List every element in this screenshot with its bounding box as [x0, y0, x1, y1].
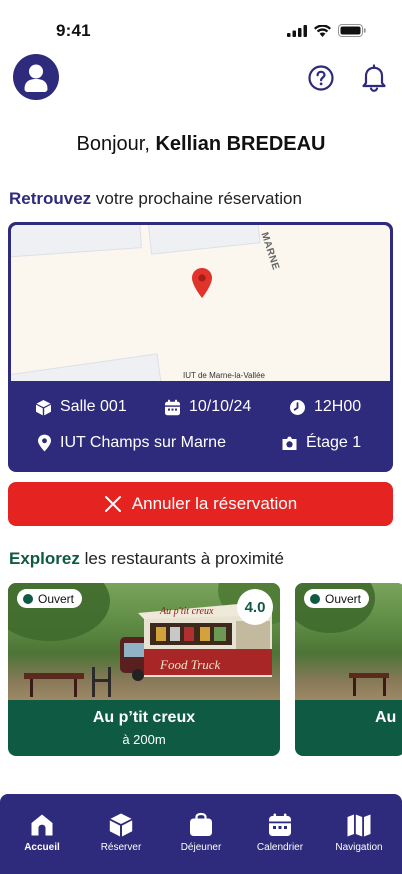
signal-icon: [287, 24, 307, 37]
avatar[interactable]: [13, 54, 59, 100]
open-status-text: Ouvert: [38, 591, 75, 606]
map-icon: [347, 814, 371, 837]
room-info: Salle 001: [35, 398, 127, 416]
header: [0, 54, 402, 102]
reservation-section-title: Retrouvez votre prochaine réservation: [9, 189, 302, 209]
status-icons: [287, 24, 366, 37]
battery-icon: [338, 24, 366, 37]
restaurant-distance: à 200m: [122, 732, 166, 747]
location-text: IUT Champs sur Marne: [60, 434, 226, 451]
nav-label-accueil: Accueil: [24, 842, 60, 853]
restaurant-photo: Ouvert: [295, 583, 402, 700]
notifications-button[interactable]: [360, 63, 388, 93]
wifi-icon: [314, 24, 331, 37]
open-status-badge: Ouvert: [17, 589, 83, 608]
open-status-dot: [310, 593, 320, 604]
cancel-reservation-button[interactable]: Annuler la réservation: [8, 482, 393, 526]
open-status-text: Ouvert: [325, 591, 362, 606]
nav-item-navigation[interactable]: Navigation: [319, 812, 399, 853]
reservation-info-row: IUT Champs sur Marne Étage 1: [8, 434, 393, 456]
nav-label-navigation: Navigation: [335, 842, 383, 853]
home-icon: [31, 814, 53, 836]
nav-label-reserver: Réserver: [100, 842, 142, 853]
restaurant-name: Au p’tit creux: [92, 709, 196, 726]
bottom-nav: Accueil Réserver Déjeuner Calendrier Nav…: [0, 794, 402, 874]
bag-icon: [190, 812, 212, 836]
location-pin-icon: [38, 434, 51, 452]
map-block: [11, 225, 143, 258]
time-info: 12H00: [289, 398, 361, 416]
terrace-furniture-image: [24, 667, 111, 697]
restaurants-section-title: Explorez les restaurants à proximité: [9, 549, 284, 569]
truck-sign-text: Au p'tit creux: [159, 606, 214, 617]
nav-label-calendrier: Calendrier: [256, 842, 304, 853]
open-status-badge: Ouvert: [304, 589, 370, 608]
cube-icon: [109, 813, 133, 837]
reservation-card[interactable]: MARNE IUT de Marne-la-Vallée Salle 001 1…: [8, 222, 393, 472]
date-info: 10/10/24: [164, 398, 251, 416]
nav-item-accueil[interactable]: Accueil: [2, 812, 82, 853]
restaurant-card[interactable]: Ouvert Au: [295, 583, 402, 756]
map-block: [11, 353, 163, 381]
nav-label-dejeuner: Déjeuner: [180, 842, 222, 853]
status-bar: 9:41: [0, 0, 402, 56]
map[interactable]: MARNE IUT de Marne-la-Vallée: [11, 225, 390, 381]
truck-body-text: Food Truck: [159, 657, 221, 672]
help-button[interactable]: [307, 64, 335, 92]
floor-text: Étage 1: [306, 434, 362, 451]
nav-item-reserver[interactable]: Réserver: [81, 812, 161, 853]
map-place-label: IUT de Marne-la-Vallée: [183, 371, 265, 380]
nav-item-dejeuner[interactable]: Déjeuner: [161, 812, 241, 853]
cube-icon: [36, 399, 51, 415]
open-status-dot: [23, 593, 33, 604]
building-icon: [282, 436, 297, 450]
calendar-icon: [269, 813, 291, 836]
greeting: Bonjour, Kellian BREDEAU: [0, 133, 402, 156]
restaurant-photo: Au p'tit creux Food Truck Ouvert 4.0: [8, 583, 280, 700]
restaurants-section-accent: Explorez: [9, 549, 80, 568]
floor-info: Étage 1: [281, 434, 361, 452]
room-text: Salle 001: [60, 398, 127, 415]
restaurant-name: Au: [375, 709, 397, 726]
clock-icon: [290, 399, 305, 415]
greeting-prefix: Bonjour,: [76, 133, 156, 155]
calendar-icon: [165, 399, 180, 415]
time-text: 12H00: [314, 398, 362, 415]
date-text: 10/10/24: [189, 398, 252, 415]
reservation-section-accent: Retrouvez: [9, 189, 92, 208]
terrace-furniture-image: [349, 673, 389, 696]
help-icon: [308, 65, 334, 91]
user-icon: [24, 64, 48, 92]
reservation-info-row: Salle 001 10/10/24 12H00: [8, 398, 393, 420]
location-info: IUT Champs sur Marne: [37, 434, 226, 452]
close-icon: [104, 496, 121, 512]
reservation-section-rest: votre prochaine réservation: [91, 189, 302, 208]
map-pin-icon: [192, 268, 212, 298]
rating-badge: 4.0: [237, 589, 273, 625]
user-name: Kellian BREDEAU: [155, 133, 326, 155]
restaurants-section-rest: les restaurants à proximité: [79, 549, 284, 568]
restaurant-card[interactable]: Au p'tit creux Food Truck Ouvert 4.0 Au …: [8, 583, 280, 756]
bell-icon: [362, 64, 386, 92]
map-block: [147, 225, 261, 255]
nav-item-calendrier[interactable]: Calendrier: [240, 812, 320, 853]
cancel-reservation-label: Annuler la réservation: [131, 494, 298, 513]
map-street-label: MARNE: [258, 231, 282, 272]
status-time: 9:41: [56, 21, 91, 40]
